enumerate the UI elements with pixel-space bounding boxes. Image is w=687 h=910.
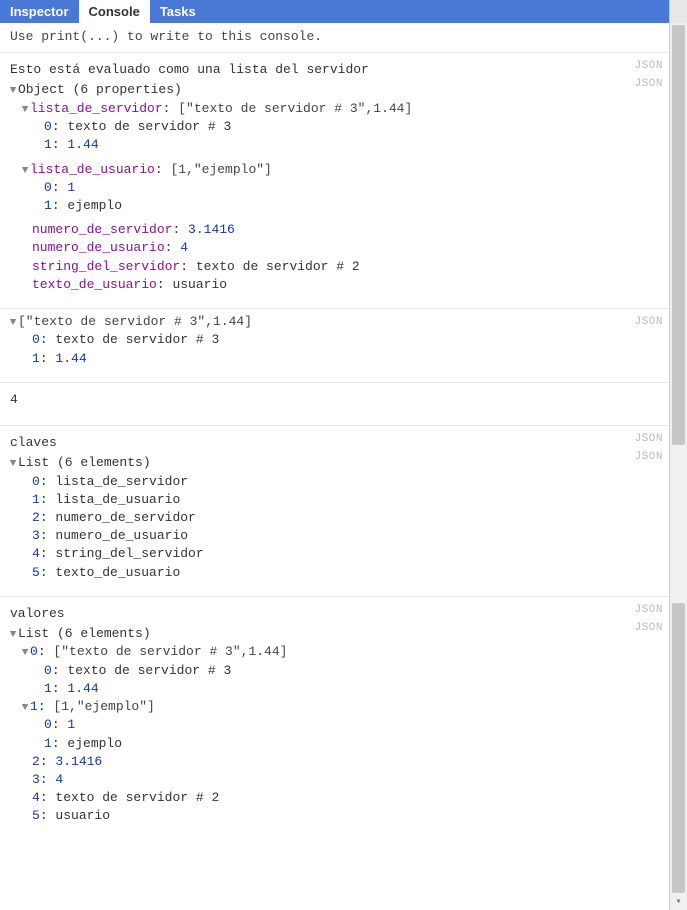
console-output[interactable]: JSON JSON Esto está evaluado como una li… [0,53,669,910]
list-summary[interactable]: List (6 elements) [18,454,151,472]
array-index: 0 [32,331,40,349]
prop-key[interactable]: texto_de_usuario [32,276,157,294]
array-value: 3.1416 [55,753,102,771]
log-entry: JSON JSON valores ▼ List (6 elements) ▼ … [0,596,669,840]
json-badge[interactable]: JSON [635,432,663,447]
array-index: 1 [30,698,38,716]
array-index: 1 [44,197,52,215]
array-value: texto de servidor # 3 [67,662,231,680]
chevron-down-icon[interactable]: ▼ [20,103,30,118]
prop-key[interactable]: lista_de_usuario [30,161,155,179]
tab-tasks[interactable]: Tasks [150,0,206,23]
chevron-down-icon[interactable]: ▼ [8,84,18,99]
array-value: numero_de_servidor [55,509,195,527]
array-value: 1.44 [67,136,98,154]
array-index: 1 [32,491,40,509]
log-entry: JSON JSON Esto está evaluado como una li… [0,53,669,308]
array-index: 0 [44,179,52,197]
scrollbar[interactable]: ▾ [670,23,687,910]
array-index: 4 [32,789,40,807]
array-preview[interactable]: ["texto de servidor # 3",1.44] [18,313,252,331]
log-value: 4 [8,387,661,411]
prop-value: 4 [180,239,188,257]
log-title: valores [8,601,661,625]
array-index: 2 [32,509,40,527]
chevron-down-icon[interactable]: ▼ [20,701,30,716]
log-title: claves [8,430,661,454]
array-index: 2 [32,753,40,771]
json-badge[interactable]: JSON [635,603,663,618]
chevron-down-icon[interactable]: ▼ [8,316,18,331]
array-value: numero_de_usuario [55,527,188,545]
json-badge[interactable]: JSON [635,450,663,465]
array-index: 1 [44,735,52,753]
scrollbar-thumb[interactable] [672,25,685,445]
json-badge[interactable]: JSON [635,77,663,92]
scrollbar-thumb[interactable] [672,603,685,893]
log-entry: 4 [0,382,669,425]
array-value: ejemplo [67,197,122,215]
array-index: 1 [44,680,52,698]
array-value: lista_de_servidor [55,473,188,491]
array-index: 0 [30,643,38,661]
tab-console[interactable]: Console [79,0,150,23]
array-index: 1 [32,350,40,368]
array-value: 1.44 [55,350,86,368]
console-panel: Inspector Console Tasks Use print(...) t… [0,0,670,910]
prop-key[interactable]: string_del_servidor [32,258,180,276]
array-value: usuario [55,807,110,825]
prop-key[interactable]: numero_de_usuario [32,239,165,257]
prop-value: texto de servidor # 2 [196,258,360,276]
tab-inspector[interactable]: Inspector [0,0,79,23]
json-badge[interactable]: JSON [635,315,663,330]
chevron-down-icon[interactable]: ▼ [20,164,30,179]
list-summary[interactable]: List (6 elements) [18,625,151,643]
array-index: 0 [32,473,40,491]
array-preview[interactable]: [1,"ejemplo"] [53,698,154,716]
console-hint: Use print(...) to write to this console. [0,23,669,53]
array-index: 3 [32,771,40,789]
json-badge[interactable]: JSON [635,59,663,74]
array-value: texto de servidor # 3 [67,118,231,136]
array-value: texto de servidor # 2 [55,789,219,807]
array-index: 0 [44,716,52,734]
object-summary[interactable]: Object (6 properties) [18,81,182,99]
prop-value: usuario [172,276,227,294]
array-index: 0 [44,118,52,136]
chevron-down-icon[interactable]: ▼ [20,646,30,661]
array-value: texto de servidor # 3 [55,331,219,349]
array-index: 1 [44,136,52,154]
array-value: 4 [55,771,63,789]
array-index: 5 [32,564,40,582]
prop-value: 3.1416 [188,221,235,239]
array-preview[interactable]: [1,"ejemplo"] [170,161,271,179]
array-value: texto_de_usuario [55,564,180,582]
array-index: 3 [32,527,40,545]
log-entry: JSON JSON claves ▼ List (6 elements) 0: … [0,425,669,596]
tab-bar: Inspector Console Tasks [0,0,669,23]
array-preview[interactable]: ["texto de servidor # 3",1.44] [178,100,412,118]
array-value: 1 [67,179,75,197]
array-index: 5 [32,807,40,825]
chevron-down-icon[interactable]: ▾ [670,896,687,910]
prop-key[interactable]: lista_de_servidor [30,100,163,118]
array-value: lista_de_usuario [55,491,180,509]
array-value: 1.44 [67,680,98,698]
prop-key[interactable]: numero_de_servidor [32,221,172,239]
chevron-down-icon[interactable]: ▼ [8,457,18,472]
json-badge[interactable]: JSON [635,621,663,636]
array-preview[interactable]: ["texto de servidor # 3",1.44] [53,643,287,661]
array-index: 4 [32,545,40,563]
array-value: string_del_servidor [55,545,203,563]
log-entry: JSON ▼ ["texto de servidor # 3",1.44] 0:… [0,308,669,382]
array-value: ejemplo [67,735,122,753]
chevron-down-icon[interactable]: ▼ [8,628,18,643]
log-title: Esto está evaluado como una lista del se… [8,57,661,81]
array-index: 0 [44,662,52,680]
array-value: 1 [67,716,75,734]
